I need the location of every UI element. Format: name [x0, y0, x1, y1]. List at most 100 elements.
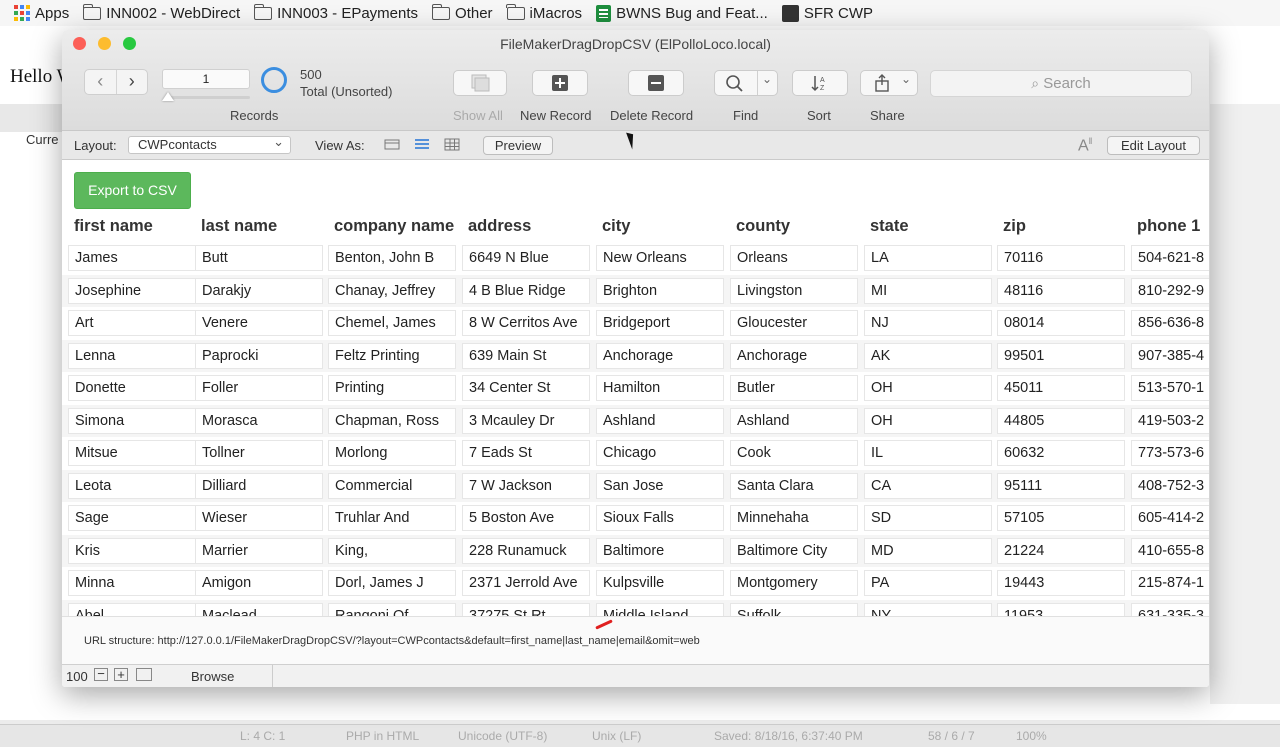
field-cell[interactable]: Chapman, Ross	[328, 407, 456, 434]
table-row[interactable]: Mitsue Tollner Morlong 7 Eads St Chicago Cook…	[62, 437, 1209, 470]
bookmark-other[interactable]: Other	[431, 3, 493, 22]
field-cell[interactable]: CA	[864, 472, 992, 499]
field-cell[interactable]: Ashland	[596, 407, 724, 434]
field-cell[interactable]: 513-570-1	[1131, 375, 1209, 401]
table-row[interactable]: Donette Foller Printing 34 Center St Hamilto…	[62, 372, 1209, 405]
sort-button[interactable]: AZ	[792, 70, 848, 96]
bookmark-inn003[interactable]: INN003 - EPayments	[253, 3, 418, 22]
field-cell[interactable]: 48116	[997, 277, 1125, 304]
field-cell[interactable]: Sioux Falls	[596, 505, 724, 531]
field-cell[interactable]: Josephine	[68, 277, 196, 304]
field-cell[interactable]: Dorl, James J	[328, 570, 456, 596]
chevron-down-icon[interactable]: ⌄	[762, 72, 772, 86]
editor-line-endings[interactable]: Unix (LF)	[592, 729, 641, 743]
field-cell[interactable]: Minnehaha	[730, 505, 858, 531]
field-cell[interactable]: Chemel, James	[328, 310, 456, 336]
field-cell[interactable]: 856-636-8	[1131, 310, 1209, 336]
field-cell[interactable]: 810-292-9	[1131, 277, 1209, 304]
field-cell[interactable]: Brighton	[596, 277, 724, 304]
record-slider-track[interactable]	[166, 96, 250, 99]
editor-encoding[interactable]: Unicode (UTF-8)	[458, 729, 547, 743]
field-cell[interactable]: Baltimore City	[730, 537, 858, 564]
previous-record-icon[interactable]: ‹	[85, 70, 116, 94]
field-cell[interactable]: 6649 N Blue	[462, 245, 590, 271]
field-cell[interactable]: San Jose	[596, 472, 724, 499]
field-cell[interactable]: Anchorage	[596, 342, 724, 369]
field-cell[interactable]: 2371 Jerrold Ave	[462, 570, 590, 596]
field-cell[interactable]: Butler	[730, 375, 858, 401]
bookmark-sfr-cwp[interactable]: SFR CWP	[781, 4, 873, 22]
field-cell[interactable]: Suffolk	[730, 602, 858, 616]
field-cell[interactable]: Morasca	[195, 407, 323, 434]
field-cell[interactable]: Baltimore	[596, 537, 724, 564]
table-row[interactable]: Minna Amigon Dorl, James J 2371 Jerrold Ave…	[62, 567, 1209, 600]
field-cell[interactable]: OH	[864, 375, 992, 401]
field-cell[interactable]: NY	[864, 602, 992, 616]
field-cell[interactable]: 21224	[997, 537, 1125, 564]
field-cell[interactable]: King,	[328, 537, 456, 564]
field-cell[interactable]: MD	[864, 537, 992, 564]
field-cell[interactable]: Santa Clara	[730, 472, 858, 499]
field-cell[interactable]: Tollner	[195, 440, 323, 466]
field-cell[interactable]: 57105	[997, 505, 1125, 531]
field-cell[interactable]: Gloucester	[730, 310, 858, 336]
field-cell[interactable]: 45011	[997, 375, 1125, 401]
mode-label[interactable]: Browse	[191, 669, 234, 684]
field-cell[interactable]: Truhlar And	[328, 505, 456, 531]
editor-language[interactable]: PHP in HTML	[346, 729, 419, 743]
chevron-down-icon[interactable]: ⌄	[901, 72, 911, 86]
field-cell[interactable]: 7 Eads St	[462, 440, 590, 466]
field-cell[interactable]: 44805	[997, 407, 1125, 434]
field-cell[interactable]: Kris	[68, 537, 196, 564]
field-cell[interactable]: Montgomery	[730, 570, 858, 596]
new-record-label[interactable]: New Record	[520, 108, 592, 123]
field-cell[interactable]: 3 Mcauley Dr	[462, 407, 590, 434]
table-row[interactable]: Josephine Darakjy Chanay, Jeffrey 4 B Blue …	[62, 274, 1209, 307]
field-cell[interactable]: 228 Runamuck	[462, 537, 590, 564]
field-cell[interactable]: 631-335-3	[1131, 602, 1209, 616]
bookmark-inn002[interactable]: INN002 - WebDirect	[82, 3, 240, 22]
field-cell[interactable]: IL	[864, 440, 992, 466]
zoom-out-icon[interactable]: −	[94, 667, 108, 681]
form-view-icon[interactable]	[384, 138, 400, 151]
table-row[interactable]: Simona Morasca Chapman, Ross 3 Mcauley Dr As…	[62, 404, 1209, 437]
show-all-label[interactable]: Show All	[453, 108, 503, 123]
table-row[interactable]: Art Venere Chemel, James 8 W Cerritos Ave Br…	[62, 307, 1209, 340]
field-cell[interactable]: Wieser	[195, 505, 323, 531]
delete-record-button[interactable]	[628, 70, 684, 96]
field-cell[interactable]: Printing	[328, 375, 456, 401]
field-cell[interactable]: Donette	[68, 375, 196, 401]
field-cell[interactable]: Morlong	[328, 440, 456, 466]
zoom-level[interactable]: 100	[66, 669, 88, 684]
field-cell[interactable]: MI	[864, 277, 992, 304]
next-record-icon[interactable]: ›	[115, 70, 148, 94]
field-cell[interactable]: Butt	[195, 245, 323, 271]
find-button[interactable]: ⌄	[714, 70, 778, 96]
field-cell[interactable]: Chanay, Jeffrey	[328, 277, 456, 304]
field-cell[interactable]: Maclead	[195, 602, 323, 616]
field-cell[interactable]: Simona	[68, 407, 196, 434]
field-cell[interactable]: Sage	[68, 505, 196, 531]
bookmark-apps[interactable]: Apps	[14, 5, 69, 22]
field-cell[interactable]: New Orleans	[596, 245, 724, 271]
field-cell[interactable]: SD	[864, 505, 992, 531]
text-format-icon[interactable]: A‖	[1078, 136, 1092, 155]
field-cell[interactable]: 605-414-2	[1131, 505, 1209, 531]
field-cell[interactable]: Dilliard	[195, 472, 323, 499]
field-cell[interactable]: Cook	[730, 440, 858, 466]
table-row[interactable]: Leota Dilliard Commercial 7 W Jackson San Jo…	[62, 469, 1209, 502]
field-cell[interactable]: PA	[864, 570, 992, 596]
field-cell[interactable]: 37275 St Rt	[462, 602, 590, 616]
field-cell[interactable]: 419-503-2	[1131, 407, 1209, 434]
field-cell[interactable]: Rangoni Of	[328, 602, 456, 616]
bookmark-imacros[interactable]: iMacros	[506, 3, 582, 22]
field-cell[interactable]: OH	[864, 407, 992, 434]
field-cell[interactable]: 907-385-4	[1131, 342, 1209, 369]
list-view-icon[interactable]	[414, 138, 430, 151]
table-row[interactable]: Sage Wieser Truhlar And 5 Boston Ave Sioux F…	[62, 502, 1209, 535]
field-cell[interactable]: Middle Island	[596, 602, 724, 616]
share-label[interactable]: Share	[870, 108, 905, 123]
field-cell[interactable]: 410-655-8	[1131, 537, 1209, 564]
field-cell[interactable]: 639 Main St	[462, 342, 590, 369]
field-cell[interactable]: 7 W Jackson	[462, 472, 590, 499]
